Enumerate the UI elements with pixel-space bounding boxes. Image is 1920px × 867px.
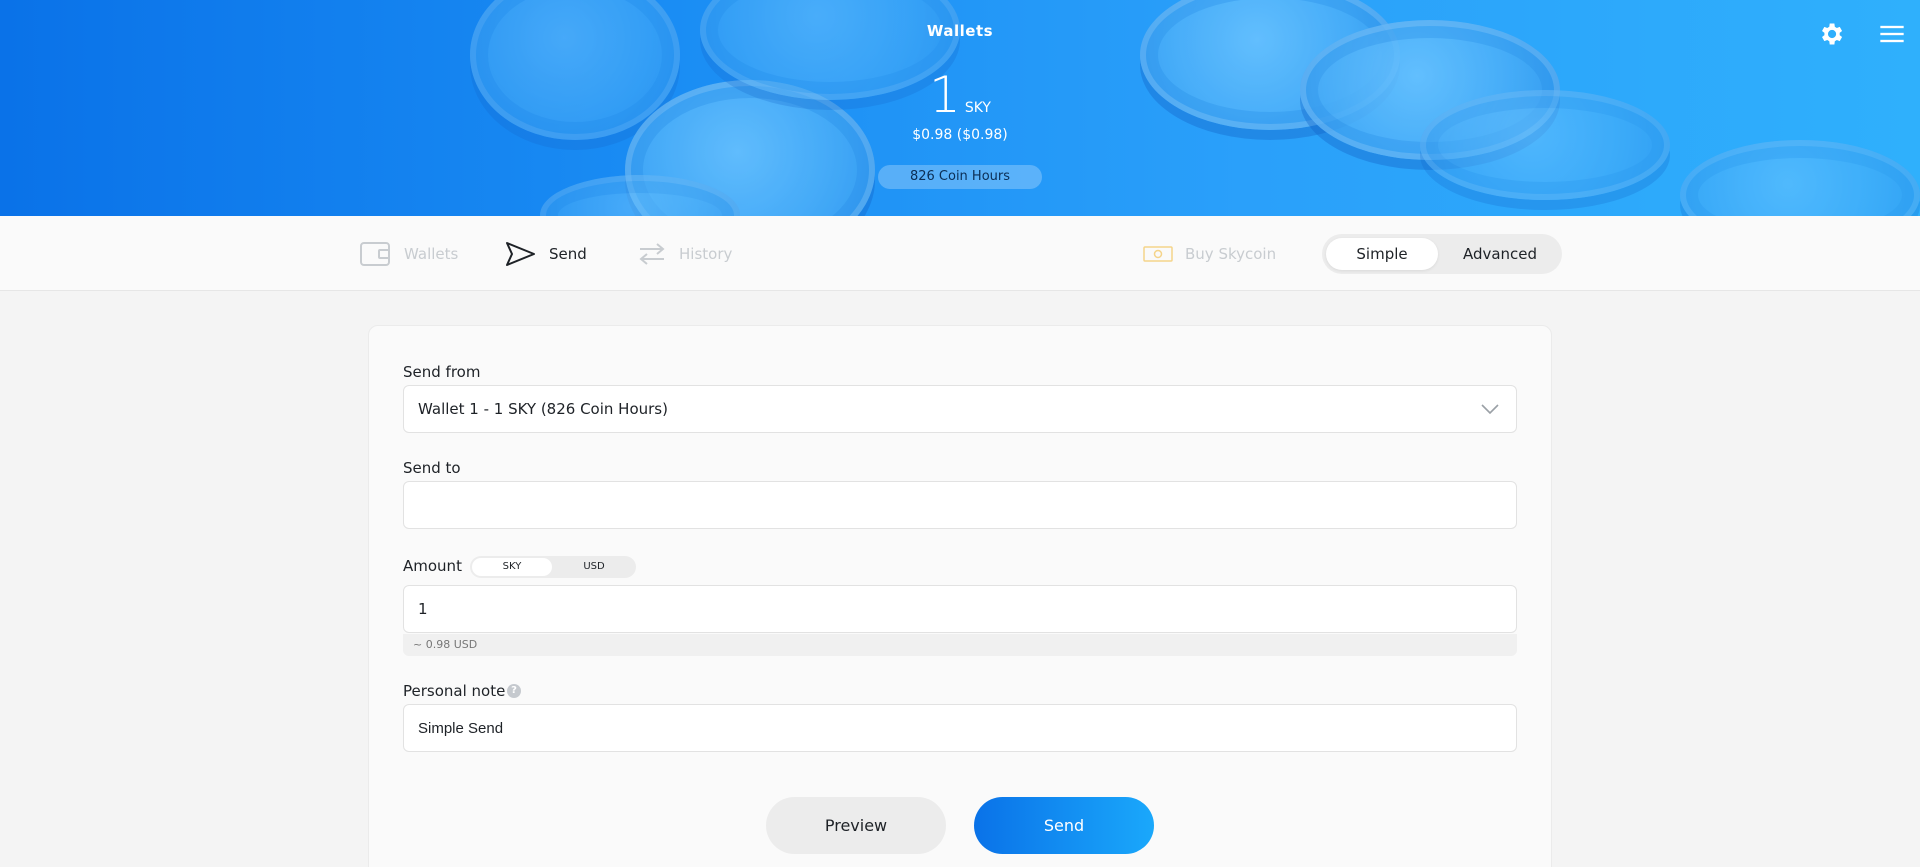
nav-history[interactable]: History [637, 238, 732, 270]
gear-icon[interactable] [1817, 20, 1845, 48]
nav-wallets-label: Wallets [404, 245, 459, 263]
send-to-label: Send to [403, 459, 461, 477]
send-mode-toggle: Simple Advanced [1322, 234, 1562, 274]
unit-sky-button[interactable]: SKY [472, 558, 552, 576]
main-navigation: Wallets Send History Buy Skycoin Simple … [0, 216, 1920, 291]
send-from-select[interactable]: Wallet 1 - 1 SKY (826 Coin Hours) [403, 385, 1517, 433]
preview-button[interactable]: Preview [766, 797, 946, 854]
balance-usd: $0.98 ($0.98) [912, 127, 1008, 143]
help-icon[interactable]: ? [507, 684, 521, 698]
send-arrow-icon [506, 242, 535, 266]
swap-arrows-icon [639, 243, 665, 265]
nav-send[interactable]: Send [505, 238, 587, 270]
amount-unit-toggle: SKY USD [470, 556, 636, 578]
coin-decoration [1680, 140, 1920, 216]
personal-note-field[interactable] [403, 704, 1517, 752]
send-button[interactable]: Send [974, 797, 1154, 854]
balance: 1 SKY [0, 66, 1920, 124]
amount-conversion: ~ 0.98 USD [403, 634, 1517, 656]
personal-note-label: Personal note [403, 682, 506, 700]
advanced-mode-button[interactable]: Advanced [1444, 238, 1556, 270]
chevron-down-icon [1481, 404, 1499, 415]
nav-buy-skycoin[interactable]: Buy Skycoin [1143, 238, 1276, 270]
coin-hours-badge: 826 Coin Hours [878, 165, 1042, 189]
amount-input[interactable] [418, 586, 1502, 632]
send-from-label: Send from [403, 363, 481, 381]
banknote-icon [1143, 246, 1173, 262]
balance-amount: 1 [929, 66, 961, 124]
personal-note-input[interactable] [418, 705, 1502, 752]
header-title: Wallets [926, 22, 994, 40]
balance-unit: SKY [964, 100, 991, 116]
nav-wallets[interactable]: Wallets [360, 238, 458, 270]
nav-buy-skycoin-label: Buy Skycoin [1185, 245, 1277, 263]
send-to-input[interactable] [418, 482, 1502, 528]
send-to-field[interactable] [403, 481, 1517, 529]
amount-label: Amount [403, 557, 462, 575]
unit-usd-button[interactable]: USD [554, 558, 634, 576]
nav-send-label: Send [549, 245, 587, 263]
nav-history-label: History [679, 245, 733, 263]
amount-field[interactable] [403, 585, 1517, 633]
wallet-header: Wallets 1 SKY $0.98 ($0.98) 826 Coin Hour… [0, 0, 1920, 216]
send-from-value: Wallet 1 - 1 SKY (826 Coin Hours) [418, 400, 668, 418]
hamburger-menu-icon[interactable] [1878, 20, 1906, 48]
simple-mode-button[interactable]: Simple [1326, 238, 1438, 270]
wallet-icon [360, 242, 390, 266]
